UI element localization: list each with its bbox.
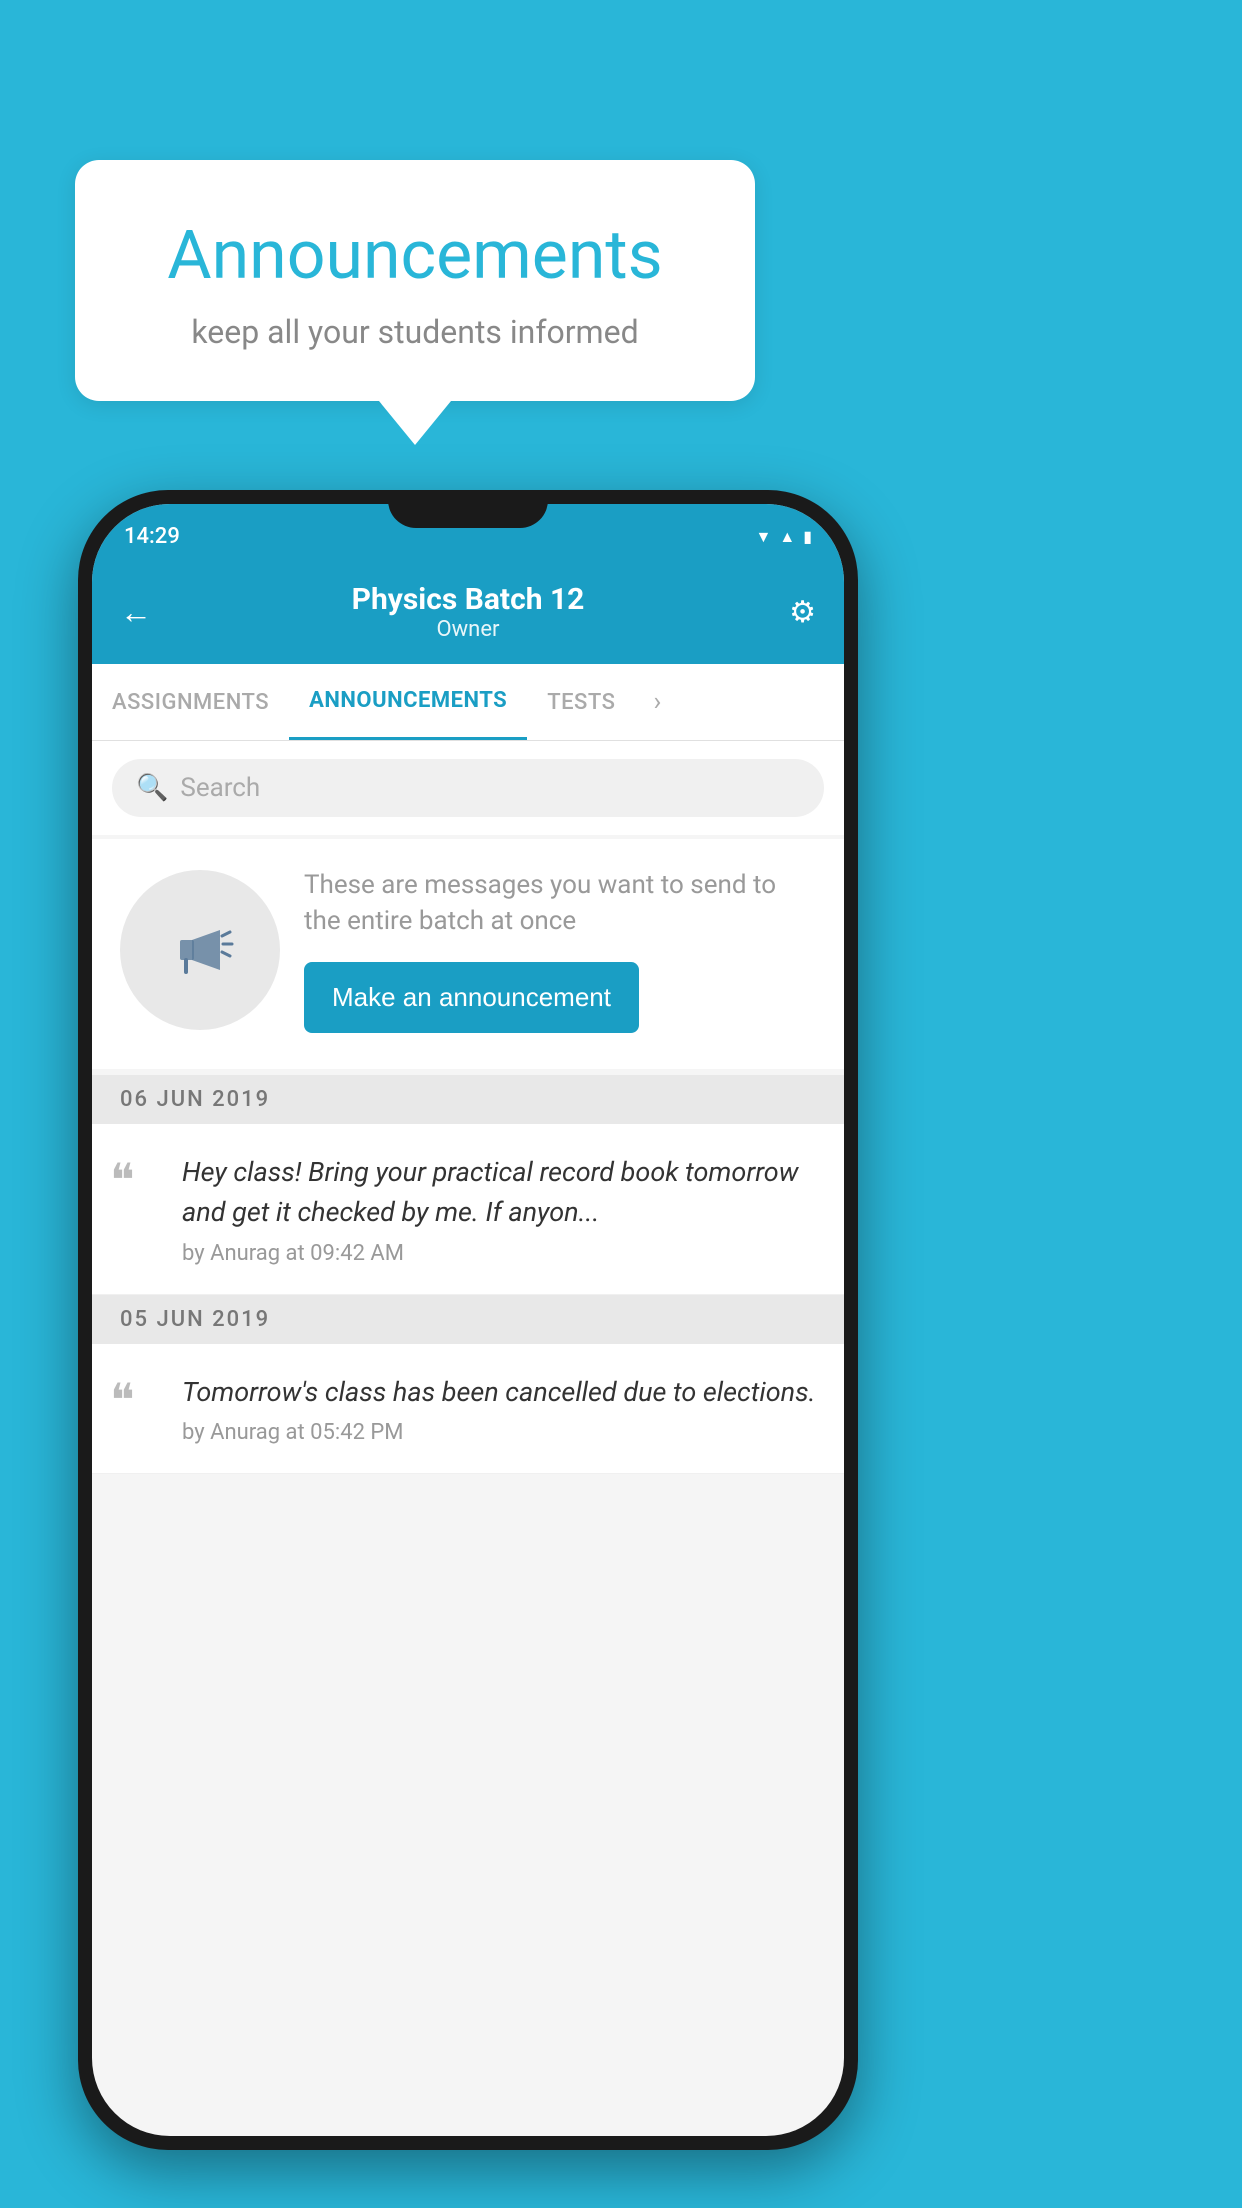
battery-icon (803, 526, 812, 547)
quote-icon-2: ❝ (110, 1378, 166, 1424)
header-subtitle: Owner (170, 617, 766, 642)
search-bar-container: 🔍 Search (92, 741, 844, 835)
phone-screen: 14:29 ← Physics Batch 12 Owner ⚙ ASSIGNM… (92, 504, 844, 2136)
search-icon: 🔍 (136, 773, 168, 803)
status-time: 14:29 (124, 524, 180, 549)
bubble-subtitle: keep all your students informed (135, 313, 695, 351)
announcement-item-1[interactable]: ❝ Hey class! Bring your practical record… (92, 1124, 844, 1295)
tab-assignments[interactable]: ASSIGNMENTS (92, 666, 289, 739)
search-bar[interactable]: 🔍 Search (112, 759, 824, 817)
quote-icon-1: ❝ (110, 1158, 166, 1204)
announcement-text-2: Tomorrow's class has been cancelled due … (182, 1372, 816, 1413)
tab-tests[interactable]: TESTS (527, 666, 635, 739)
phone-outer-shell: 14:29 ← Physics Batch 12 Owner ⚙ ASSIGNM… (78, 490, 858, 2150)
app-header: ← Physics Batch 12 Owner ⚙ (92, 564, 844, 664)
bubble-title: Announcements (135, 215, 695, 295)
speech-bubble-card: Announcements keep all your students inf… (75, 160, 755, 401)
announcement-content-2: Tomorrow's class has been cancelled due … (182, 1372, 816, 1446)
announcement-meta-2: by Anurag at 05:42 PM (182, 1420, 816, 1445)
speech-bubble-section: Announcements keep all your students inf… (75, 160, 755, 445)
header-title-container: Physics Batch 12 Owner (170, 582, 766, 642)
header-title: Physics Batch 12 (170, 582, 766, 617)
announcement-content-1: Hey class! Bring your practical record b… (182, 1152, 816, 1266)
phone-mockup: 14:29 ← Physics Batch 12 Owner ⚙ ASSIGNM… (78, 490, 858, 2150)
announcement-item-2[interactable]: ❝ Tomorrow's class has been cancelled du… (92, 1344, 844, 1475)
phone-notch (388, 490, 548, 528)
tabs-container: ASSIGNMENTS ANNOUNCEMENTS TESTS › (92, 664, 844, 741)
tab-more-icon[interactable]: › (635, 667, 679, 737)
announcement-promo-card: These are messages you want to send to t… (92, 839, 844, 1069)
announcement-meta-1: by Anurag at 09:42 AM (182, 1241, 816, 1266)
back-button[interactable]: ← (120, 593, 170, 631)
gear-icon[interactable]: ⚙ (766, 595, 816, 630)
make-announcement-button[interactable]: Make an announcement (304, 962, 639, 1033)
date-divider-june-05: 05 JUN 2019 (92, 1295, 844, 1344)
search-placeholder: Search (180, 773, 260, 803)
announcement-text-1: Hey class! Bring your practical record b… (182, 1152, 816, 1233)
megaphone-circle (120, 870, 280, 1030)
wifi-icon (756, 526, 772, 547)
date-divider-june-06: 06 JUN 2019 (92, 1075, 844, 1124)
bubble-arrow (379, 401, 451, 445)
megaphone-icon (160, 910, 240, 990)
tab-announcements[interactable]: ANNOUNCEMENTS (289, 664, 527, 740)
promo-right: These are messages you want to send to t… (304, 867, 816, 1033)
signal-icon (779, 526, 795, 547)
promo-description: These are messages you want to send to t… (304, 867, 816, 940)
status-icons (756, 526, 813, 547)
